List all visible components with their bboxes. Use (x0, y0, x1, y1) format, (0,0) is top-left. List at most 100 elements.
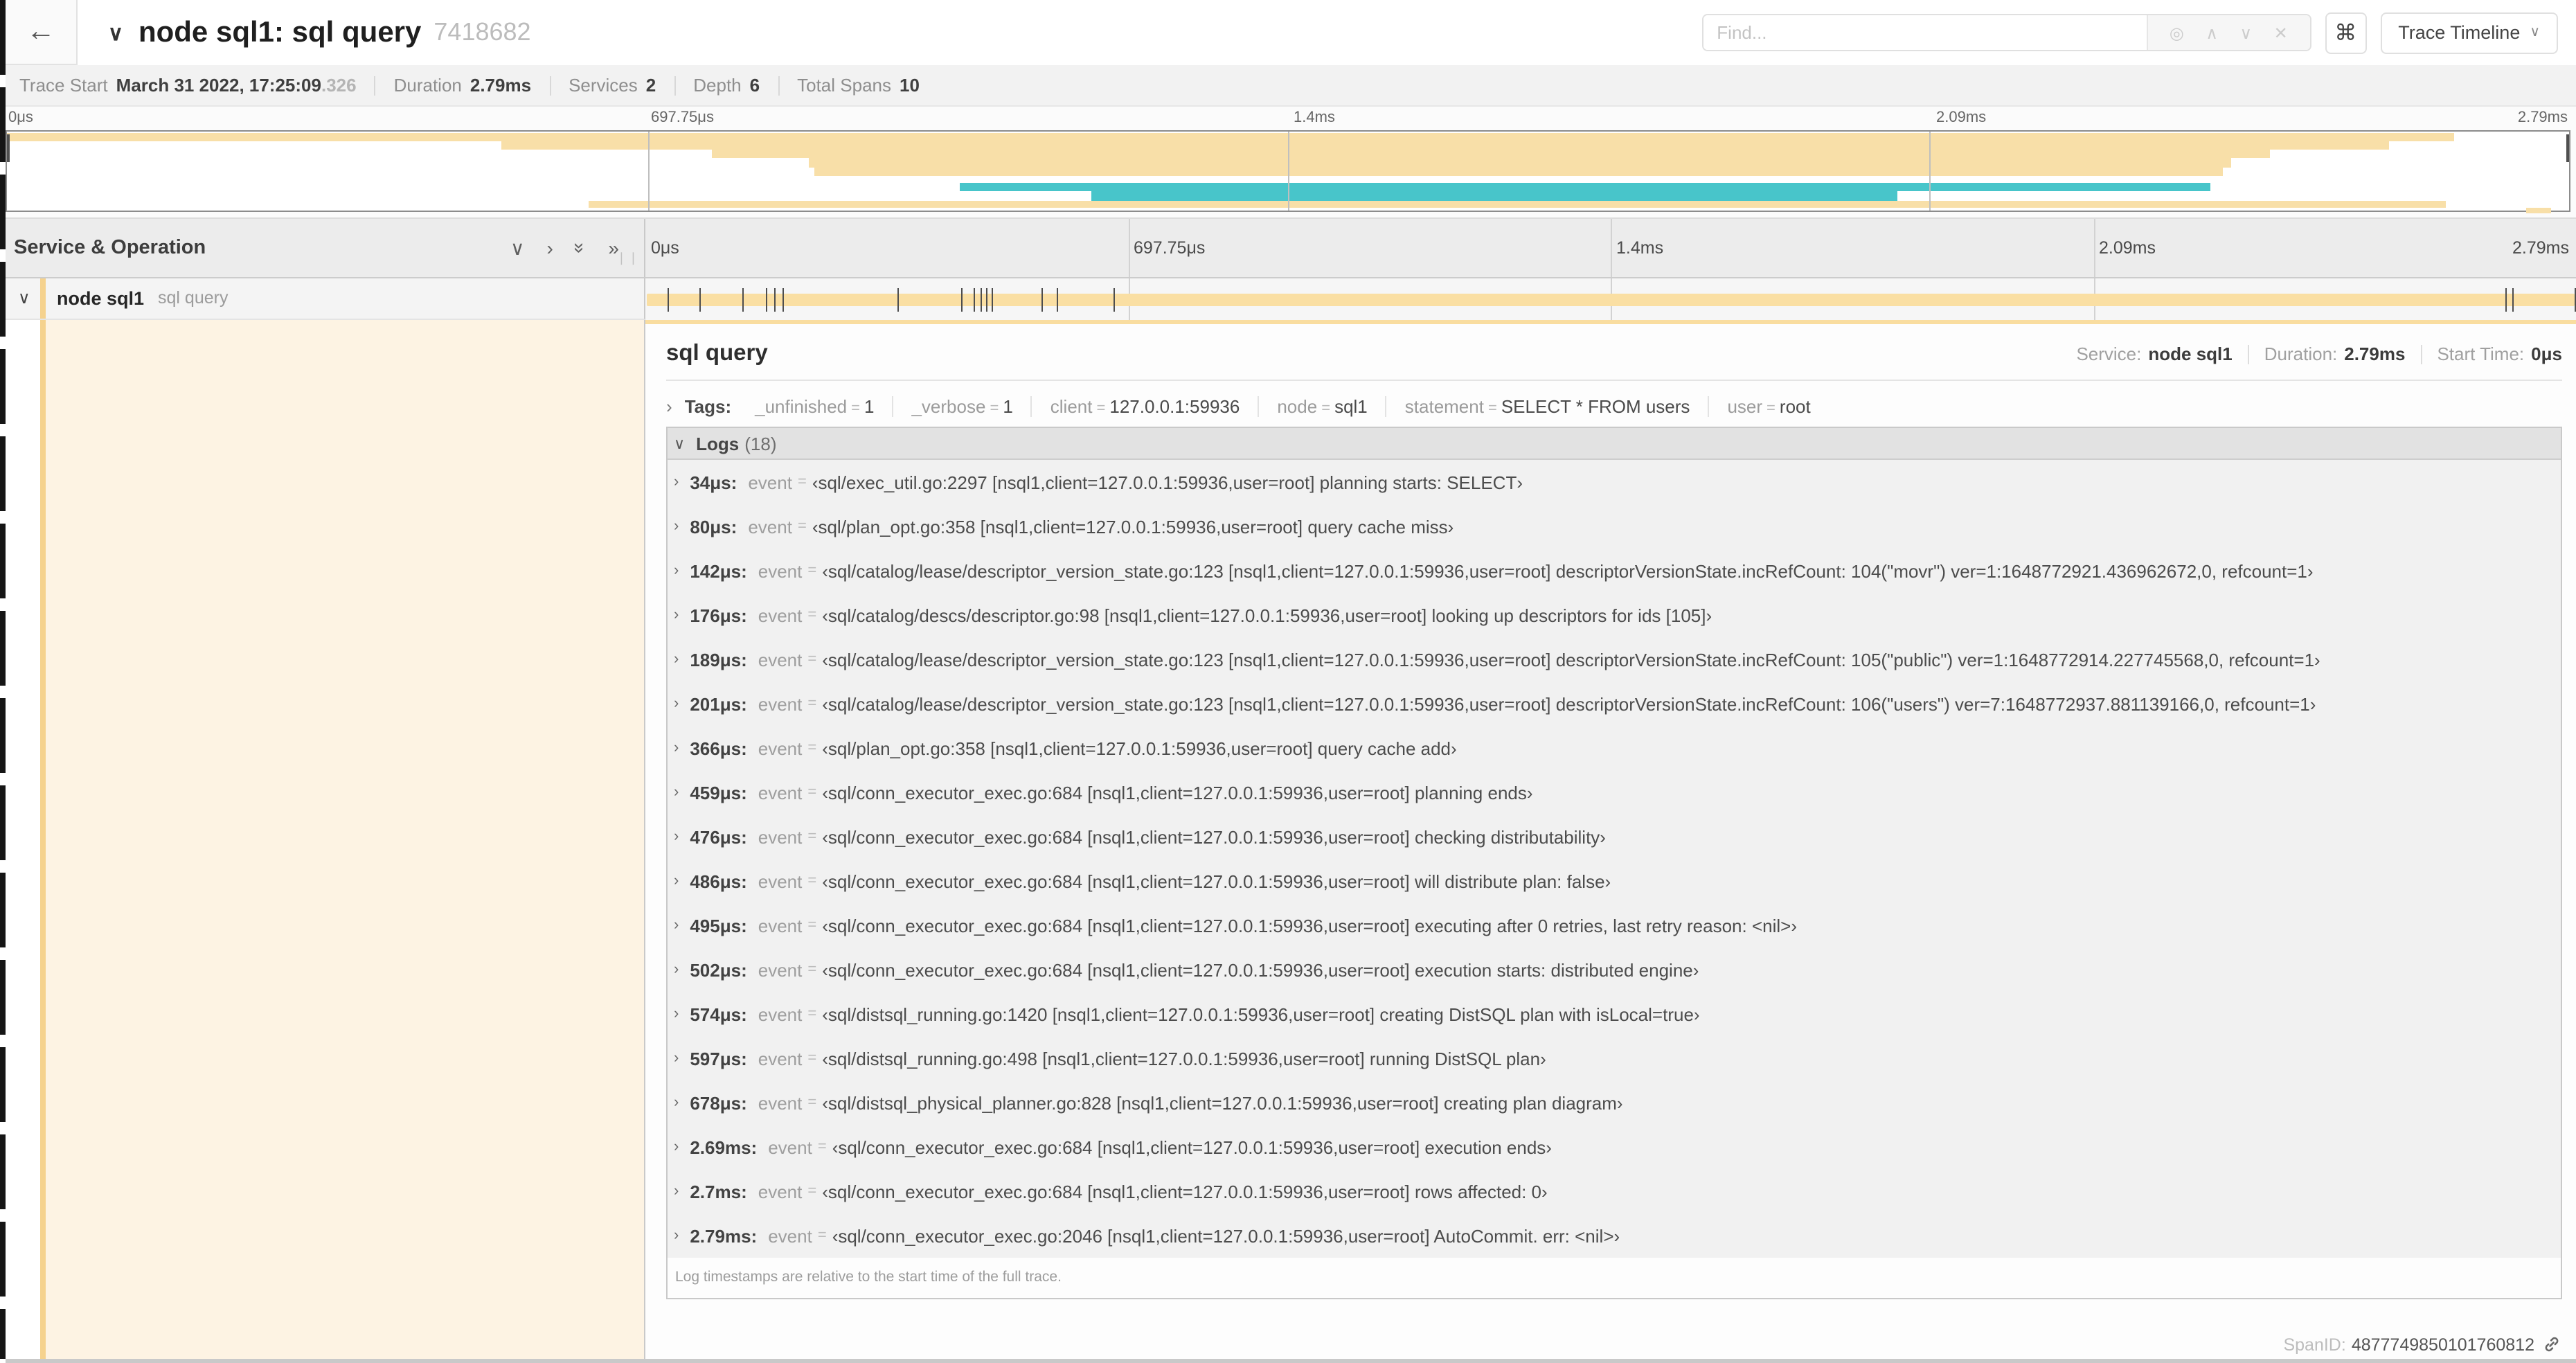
chevron-right-icon: › (666, 396, 672, 417)
log-row[interactable]: › 189μs: event = ‹sql/catalog/lease/descript… (667, 637, 2561, 682)
back-button[interactable]: ← (6, 0, 78, 65)
keyboard-shortcuts-button[interactable]: ⌘ (2325, 12, 2367, 53)
log-row[interactable]: › 34μs: event = ‹sql/exec_util.go:2297 [nsql… (667, 460, 2561, 504)
span-row[interactable]: ∨ node sql1 sql query (6, 278, 2576, 319)
meta-label: Start Time: (2437, 344, 2525, 364)
log-row[interactable]: › 201μs: event = ‹sql/catalog/lease/descript… (667, 682, 2561, 726)
span-collapse-chevron-icon[interactable]: ∨ (18, 289, 30, 308)
collapse-all-icon[interactable]: » (570, 242, 592, 253)
minimap-span-bar (1091, 191, 1898, 200)
collapse-header-chevron-icon[interactable]: ∨ (108, 20, 123, 45)
stat-separator (374, 75, 376, 95)
minimap-scrubber-left[interactable] (7, 134, 10, 162)
trace-stat: Total Spans 10 (797, 75, 920, 96)
timeline-gridline (1611, 219, 1612, 277)
minimap-span-bar (588, 200, 2447, 208)
expand-one-icon[interactable]: › (546, 237, 553, 259)
log-row[interactable]: › 459μs: event = ‹sql/conn_executor_exec.go:… (667, 770, 2561, 814)
minimap-span-bar (960, 182, 2210, 191)
column-resizer-grip[interactable]: ❘❘ (616, 251, 640, 266)
link-icon[interactable] (2543, 1335, 2561, 1353)
tags-accordian[interactable]: › Tags: _unfinished = 1 _verbose = 1 client = 12… (666, 396, 2562, 417)
stat-separator (674, 75, 676, 95)
tag-item: _unfinished = 1 (737, 396, 894, 417)
span-name-column[interactable]: ∨ node sql1 sql query (6, 278, 645, 319)
logs-header[interactable]: ∨ Logs (18) (667, 428, 2561, 460)
timeline-tick-label: 1.4ms (1616, 238, 1664, 258)
minimap-canvas[interactable] (6, 130, 2570, 213)
log-row[interactable]: › 597μs: event = ‹sql/distsql_running.go:498… (667, 1036, 2561, 1080)
meta-separator (2247, 344, 2249, 364)
log-row[interactable]: › 495μs: event = ‹sql/conn_executor_exec.go:… (667, 903, 2561, 947)
locate-icon[interactable]: ◎ (2170, 24, 2184, 41)
detail-divider (666, 380, 2562, 381)
next-match-icon[interactable]: ∨ (2239, 24, 2252, 41)
log-row[interactable]: › 574μs: event = ‹sql/distsql_running.go:142… (667, 992, 2561, 1036)
chevron-right-icon: › (674, 917, 679, 934)
collapse-one-icon[interactable]: ∨ (510, 236, 525, 260)
chevron-right-icon: › (674, 695, 679, 712)
bottom-edge (6, 1359, 2576, 1363)
log-row[interactable]: › 176μs: event = ‹sql/catalog/descs/descript… (667, 593, 2561, 637)
log-row[interactable]: › 142μs: event = ‹sql/catalog/lease/descript… (667, 549, 2561, 593)
trace-stat: Trace Start March 31 2022, 17:25:09.326 (19, 75, 357, 96)
log-row[interactable]: › 80μs: event = ‹sql/plan_opt.go:358 [nsql1,… (667, 504, 2561, 549)
chevron-right-icon: › (674, 562, 679, 579)
log-marker-tick (782, 288, 785, 311)
meta-label: Service: (2076, 344, 2142, 364)
find-group: ◎ ∧ ∨ ✕ (1701, 14, 2311, 51)
minimap-span-bar (809, 158, 2231, 168)
span-duration-bar[interactable] (647, 293, 2575, 306)
log-row[interactable]: › 476μs: event = ‹sql/conn_executor_exec.go:… (667, 814, 2561, 859)
minimap-span-bar (2525, 208, 2552, 213)
clear-find-icon[interactable]: ✕ (2274, 24, 2288, 41)
find-input[interactable] (1703, 15, 2147, 50)
log-marker-tick (986, 288, 988, 311)
trace-page-header: ← ∨ node sql1: sql query 7418682 ◎ ∧ ∨ ✕… (6, 0, 2576, 65)
minimap-gridline (1929, 132, 1930, 211)
log-row[interactable]: › 678μs: event = ‹sql/distsql_physical_plann… (667, 1080, 2561, 1125)
minimap-gridline (1288, 132, 1289, 211)
trace-title: node sql1: sql query (138, 16, 422, 48)
log-row[interactable]: › 2.69ms: event = ‹sql/conn_executor_exec.go… (667, 1125, 2561, 1169)
meta-label: Duration: (2264, 344, 2338, 364)
chevron-right-icon: › (674, 1050, 679, 1067)
chevron-right-icon: › (674, 474, 679, 490)
background-window-sliver (0, 0, 6, 1359)
chevron-right-icon: › (674, 518, 679, 535)
span-id-label: SpanID: (2283, 1335, 2346, 1354)
trace-view-label: Trace Timeline (2398, 22, 2521, 43)
timeline-column-headers: Service & Operation ∨ › » » ❘❘ 0μs 697.75… (6, 217, 2576, 278)
log-marker-tick (699, 288, 701, 311)
span-id-value: 4877749850101760812 (2351, 1335, 2534, 1354)
command-icon: ⌘ (2334, 21, 2357, 45)
minimap-tick-label: 2.09ms (1936, 109, 1987, 126)
chevron-right-icon: › (674, 1227, 679, 1244)
log-row[interactable]: › 366μs: event = ‹sql/plan_opt.go:358 [nsql1… (667, 726, 2561, 770)
back-arrow-icon: ← (26, 15, 55, 47)
tag-item: statement = SELECT * FROM users (1387, 396, 1710, 417)
timeline-tick-label: 697.75μs (1134, 238, 1206, 258)
log-row[interactable]: › 486μs: event = ‹sql/conn_executor_exec.go:… (667, 859, 2561, 903)
minimap-scrubber-right[interactable] (2566, 134, 2569, 162)
meta-value: node sql1 (2148, 344, 2233, 364)
minimap-span-bar (7, 133, 2454, 141)
chevron-right-icon: › (674, 607, 679, 623)
log-row[interactable]: › 2.7ms: event = ‹sql/conn_executor_exec.go:… (667, 1169, 2561, 1213)
log-row[interactable]: › 2.79ms: event = ‹sql/conn_executor_exec.go… (667, 1213, 2561, 1258)
logs-count: (18) (744, 433, 777, 454)
tag-item: user = root (1727, 396, 1811, 417)
tags-label: Tags: (684, 396, 732, 417)
chevron-right-icon: › (674, 1006, 679, 1022)
chevron-right-icon: › (674, 873, 679, 889)
chevron-right-icon: › (674, 740, 679, 756)
timeline-gridline (1128, 219, 1129, 277)
timeline-tick-label: 2.79ms (2512, 238, 2569, 258)
span-timeline-track[interactable] (645, 278, 2576, 319)
span-id-footer: SpanID: 4877749850101760812 (2283, 1335, 2561, 1354)
trace-view-dropdown[interactable]: Trace Timeline ∨ (2380, 12, 2558, 53)
tag-item: node = sql1 (1259, 396, 1387, 417)
jaeger-trace-page: ← ∨ node sql1: sql query 7418682 ◎ ∧ ∨ ✕… (6, 0, 2576, 1363)
log-row[interactable]: › 502μs: event = ‹sql/conn_executor_exec.go:… (667, 947, 2561, 992)
prev-match-icon[interactable]: ∧ (2206, 24, 2218, 41)
